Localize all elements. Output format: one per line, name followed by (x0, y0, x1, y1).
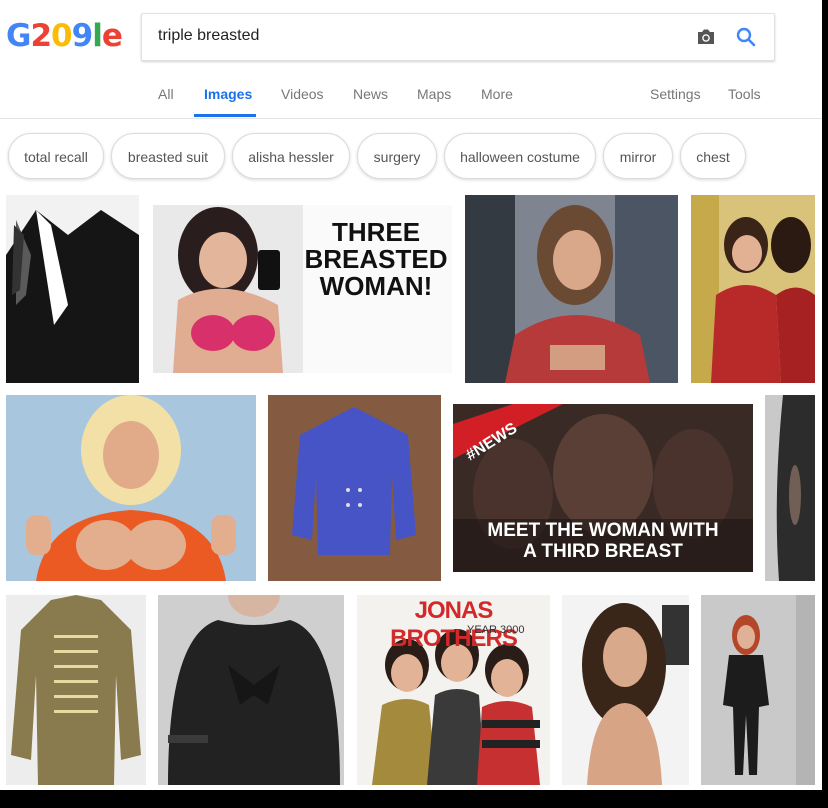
result-image-jonas-brothers[interactable]: JONAS BROTHERS YEAR 3000 (357, 595, 550, 785)
result-image-black-sweater[interactable] (158, 595, 344, 785)
tab-more[interactable]: More (481, 86, 513, 102)
tab-all[interactable]: All (158, 86, 174, 102)
camera-icon[interactable] (694, 25, 718, 49)
logo-letter: 0 (51, 18, 73, 54)
result-image-news-third-breast[interactable]: #NEWS MEET THE WOMAN WITH A THIRD BREAST (453, 404, 753, 572)
tab-videos[interactable]: Videos (281, 86, 324, 102)
caption-line: WOMAN! (319, 271, 433, 301)
tab-settings[interactable]: Settings (650, 86, 701, 102)
tab-news[interactable]: News (353, 86, 388, 102)
result-image-three-breasted-woman[interactable]: THREE BREASTED WOMAN! (153, 205, 452, 373)
tab-images[interactable]: Images (204, 86, 252, 102)
jonas-subtitle: YEAR 3000 (467, 624, 525, 636)
caption-line: THREE (331, 217, 421, 247)
three-breasted-caption: THREE BREASTED WOMAN! (301, 219, 451, 300)
logo-letter: G (6, 18, 31, 54)
result-image-black-suit[interactable] (6, 195, 139, 383)
chip-chest[interactable]: chest (680, 133, 746, 179)
caption-line: MEET THE WOMAN WITH (487, 520, 719, 541)
result-image-comic-con[interactable] (691, 195, 815, 383)
page: G209le All Images Videos News Maps More … (0, 0, 822, 790)
active-tab-indicator (194, 114, 256, 117)
result-image-military-coat[interactable] (6, 595, 146, 785)
search-icon[interactable] (734, 25, 758, 49)
chip-surgery[interactable]: surgery (357, 133, 437, 179)
header: G209le All Images Videos News Maps More … (0, 0, 822, 119)
tab-tools[interactable]: Tools (728, 86, 761, 102)
google-logo[interactable]: G209le (6, 18, 123, 54)
result-image-woman-red-top[interactable] (465, 195, 678, 383)
chip-alisha-hessler[interactable]: alisha hessler (232, 133, 350, 179)
tab-maps[interactable]: Maps (417, 86, 451, 102)
chip-total-recall[interactable]: total recall (8, 133, 104, 179)
caption-line: A THIRD BREAST (523, 541, 683, 562)
chip-halloween-costume[interactable]: halloween costume (444, 133, 596, 179)
logo-letter: 2 (30, 18, 52, 54)
related-chips: total recall breasted suit alisha hessle… (0, 118, 822, 194)
chip-mirror[interactable]: mirror (603, 133, 673, 179)
search-box (141, 13, 775, 61)
logo-letter: e (101, 18, 123, 54)
meet-caption: MEET THE WOMAN WITH A THIRD BREAST (453, 520, 753, 562)
caption-line: BREASTED (304, 244, 448, 274)
result-image-blonde-woman[interactable] (6, 395, 256, 581)
search-tabs: All Images Videos News Maps More Setting… (0, 80, 822, 118)
result-image-lace-dress[interactable] (765, 395, 815, 581)
result-image-blue-jacket[interactable] (268, 395, 441, 581)
logo-letter: 9 (71, 18, 94, 54)
chip-breasted-suit[interactable]: breasted suit (111, 133, 225, 179)
logo-letter: l (92, 18, 103, 54)
search-input[interactable] (158, 24, 678, 48)
result-image-woman-black-outfit[interactable] (701, 595, 815, 785)
result-image-brunette-woman[interactable] (562, 595, 689, 785)
